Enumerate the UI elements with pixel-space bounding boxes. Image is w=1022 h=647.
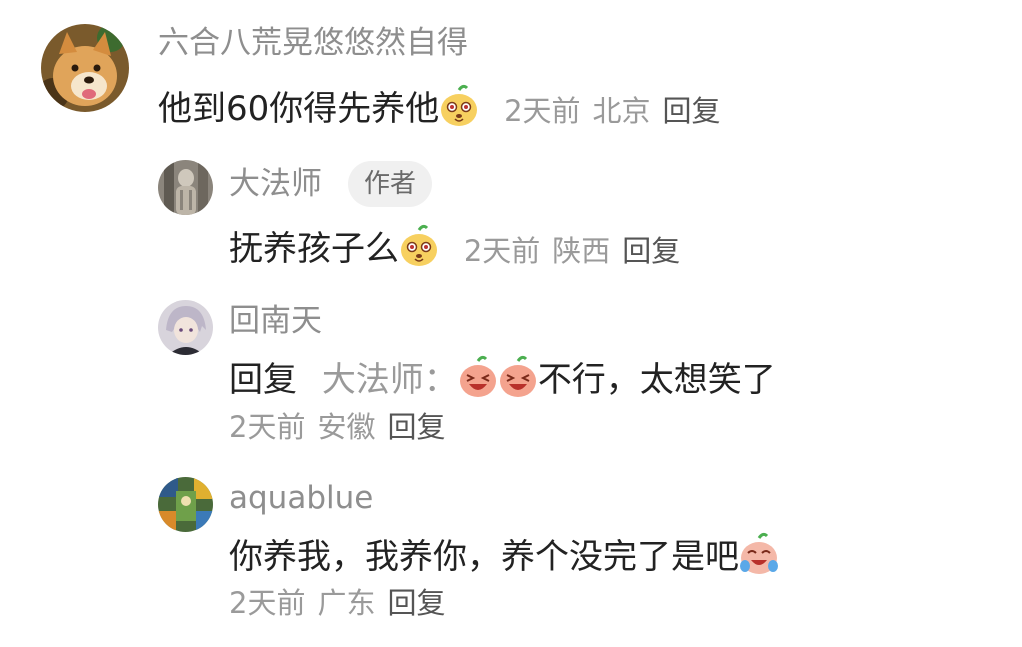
reply-1-location: 陕西 bbox=[552, 233, 611, 268]
comment-location: 北京 bbox=[592, 93, 651, 128]
colorful-collage-avatar-icon bbox=[158, 477, 213, 532]
reply-3-meta: 2天前 广东 回复 bbox=[229, 584, 445, 622]
author-badge: 作者 bbox=[348, 161, 433, 207]
statue-avatar-icon bbox=[158, 160, 213, 215]
comment-meta: 2天前 北京 回复 bbox=[504, 92, 720, 130]
reply-1-text-body: 抚养孩子么 bbox=[229, 229, 399, 269]
reply-2-reply-button[interactable]: 回复 bbox=[387, 410, 445, 444]
comment-time: 2天前 bbox=[504, 93, 581, 128]
comment-username[interactable]: 六合八荒晃悠悠然自得 bbox=[158, 23, 468, 63]
dog-face-icon bbox=[439, 84, 479, 128]
avatar-commenter[interactable] bbox=[41, 24, 129, 112]
reply-2-text-body: 不行，太想笑了 bbox=[537, 360, 776, 400]
anime-character-avatar-icon bbox=[158, 300, 213, 355]
reply-3-reply-button[interactable]: 回复 bbox=[387, 586, 445, 620]
reply-3-text: 你养我，我养你，养个没完了是吧 bbox=[229, 532, 779, 579]
dog-face-icon bbox=[399, 224, 439, 268]
reply-1-text: 抚养孩子么 2天前 陕西 回复 bbox=[229, 224, 680, 271]
avatar-reply-2[interactable] bbox=[158, 300, 213, 355]
reply-3-location: 广东 bbox=[317, 586, 376, 620]
reply-2-text: 回复 大法师： 不行，太想笑了 bbox=[229, 355, 776, 402]
avatar-reply-1[interactable] bbox=[158, 160, 213, 215]
reply-1-reply-button[interactable]: 回复 bbox=[622, 234, 680, 268]
laughing-face-icon bbox=[498, 355, 538, 399]
shiba-dog-avatar-icon bbox=[41, 24, 129, 112]
comment-reply-button[interactable]: 回复 bbox=[663, 94, 721, 128]
comment-text: 他到60你得先养他 2天前 北京 回复 bbox=[158, 84, 721, 131]
reply-2-prefix: 回复 bbox=[229, 360, 297, 400]
comment-text-body: 他到60你得先养他 bbox=[158, 89, 440, 129]
reply-1-meta: 2天前 陕西 回复 bbox=[464, 232, 680, 270]
reply-2-username[interactable]: 回南天 bbox=[229, 301, 322, 341]
reply-3-text-body: 你养我，我养你，养个没完了是吧 bbox=[229, 537, 739, 577]
avatar-reply-3[interactable] bbox=[158, 477, 213, 532]
reply-3-time: 2天前 bbox=[229, 586, 306, 620]
reply-2-location: 安徽 bbox=[317, 410, 376, 444]
reply-2-meta: 2天前 安徽 回复 bbox=[229, 408, 445, 446]
reply-2-time: 2天前 bbox=[229, 410, 306, 444]
reply-3-username[interactable]: aquablue bbox=[229, 478, 373, 518]
reply-1-time: 2天前 bbox=[463, 233, 541, 268]
reply-1-username[interactable]: 大法师 bbox=[229, 164, 322, 204]
reply-2-reply-to-user[interactable]: 大法师： bbox=[322, 360, 458, 400]
laughing-face-icon bbox=[458, 355, 498, 399]
crying-laughing-face-icon bbox=[739, 532, 779, 576]
